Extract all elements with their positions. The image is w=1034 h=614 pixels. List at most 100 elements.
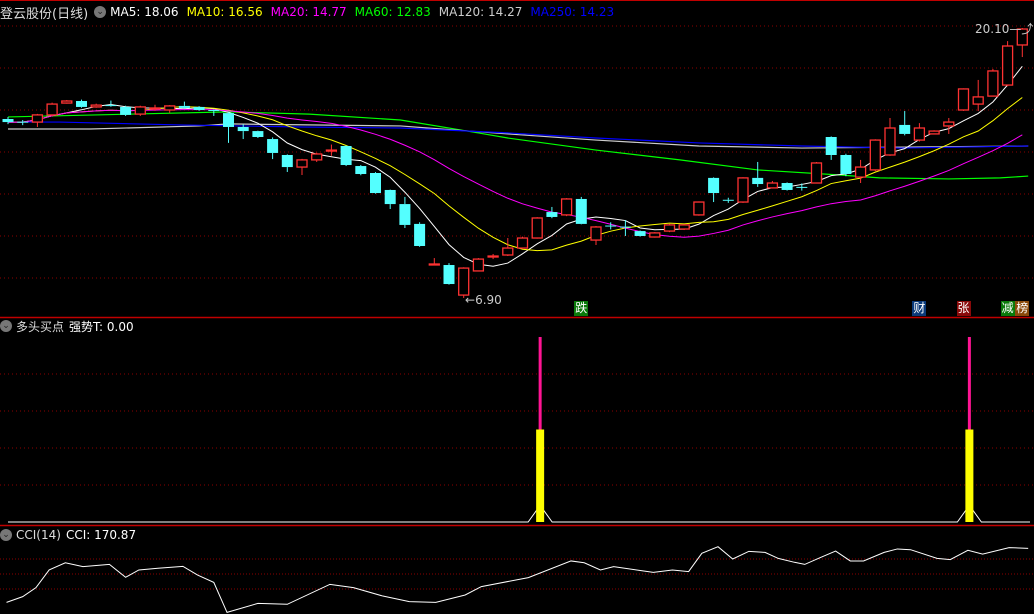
candle-down [840,153,852,177]
candle-body [737,177,749,203]
candle-body [164,105,176,111]
candle-body [722,199,734,201]
candle-down [252,130,264,139]
candle-up [296,158,308,176]
candle-body [46,103,58,116]
candle-body [693,201,705,216]
candle-up [31,113,44,127]
candle-up [428,258,440,266]
candle-body [560,198,573,216]
candle-body [105,105,117,107]
ma20-label: MA20: 14.77 [270,5,347,19]
candle-body [987,70,999,97]
main-chart-header: 登云股份(日线) ⌄ MA5: 18.06 MA10: 16.56 MA20: … [0,3,622,22]
indicator1-name: 多头买点 [16,319,65,334]
candle-up [649,232,661,238]
candle-up [90,103,102,108]
high-price-value: 20.10 [975,22,1010,36]
event-tag[interactable]: 财 [912,301,927,316]
candle-body [575,198,587,224]
candle-down [76,99,87,108]
high-price-marker: 20.10—⤴ [975,20,1033,37]
candle-down [120,105,132,116]
candle-body [311,153,323,161]
candle-down [223,112,234,143]
cci-line [6,546,1029,614]
candle-body [31,114,44,123]
candle-down [370,172,381,194]
candle-body [708,177,720,194]
low-price-value: 6.90 [475,293,502,307]
candle-body [355,166,367,175]
candle-body [943,121,955,127]
candle-down [575,196,587,225]
candle-body [458,267,470,296]
candle-up [325,144,338,156]
candle-body [370,172,381,194]
candle-body [957,88,970,111]
chevron-down-icon[interactable]: ⌄ [0,529,12,541]
candle-down [267,137,279,160]
candle-down [2,116,14,125]
event-tag[interactable]: 榜 [1015,301,1030,316]
candle-down [384,189,396,209]
candle-body [428,263,440,266]
candle-up [913,123,926,142]
ma120-label: MA120: 14.27 [438,5,523,19]
candle-down [825,136,837,160]
candle-body [149,107,161,110]
candle-body [340,145,352,166]
candle-up [810,161,823,184]
candle-body [502,247,514,256]
candle-body [766,182,779,189]
candle-body [472,258,485,272]
candle-down [634,230,646,237]
ma10-label: MA10: 16.56 [186,5,263,19]
chevron-down-icon[interactable]: ⌄ [94,6,107,18]
ma10-line [8,97,1023,252]
candle-up [590,225,602,245]
candle-body [678,224,690,230]
candle-down [899,111,911,136]
candle-up [928,130,940,135]
candle-down [178,101,190,109]
candle-body [237,126,249,132]
candle-up [943,117,955,134]
candle-up [61,99,73,104]
buy-signal-bar [965,429,974,522]
candle-up [663,223,676,233]
candle-body [1001,45,1014,86]
event-tag[interactable]: 张 [956,301,971,316]
candle-down [355,165,367,176]
buy-signal-bar [536,429,545,522]
low-price-marker: ←6.90 [465,293,502,307]
arrow-left-icon: ← [465,293,476,307]
stock-chart[interactable] [0,0,1034,614]
indicator2-header: ⌄ CCI(14) CCI: 170.87 [0,526,144,544]
candle-up [884,117,896,156]
candle-body [605,225,617,227]
candle-up [311,152,323,162]
candle-down [752,161,764,187]
event-tag[interactable]: 跌 [574,301,589,316]
candle-body [913,127,926,141]
candle-body [840,154,852,175]
candle-up [854,159,867,184]
candle-body [267,139,279,153]
candle-body [899,124,911,134]
candle-up [134,105,146,116]
indicator1-header: ⌄ 多头买点 强势T: 0.00 [0,317,142,335]
candle-up [560,198,573,217]
event-tag[interactable]: 减 [1000,301,1015,316]
candle-body [869,139,881,171]
indicator1-value: 强势T: 0.00 [69,319,134,334]
candle-body [76,101,87,107]
candle-body [619,226,631,228]
candle-body [90,104,102,108]
chevron-down-icon[interactable]: ⌄ [0,320,12,332]
candle-body [120,106,132,115]
candle-down [340,145,352,167]
candle-down [414,222,426,247]
candle-body [2,119,14,123]
candle-down [546,206,558,219]
